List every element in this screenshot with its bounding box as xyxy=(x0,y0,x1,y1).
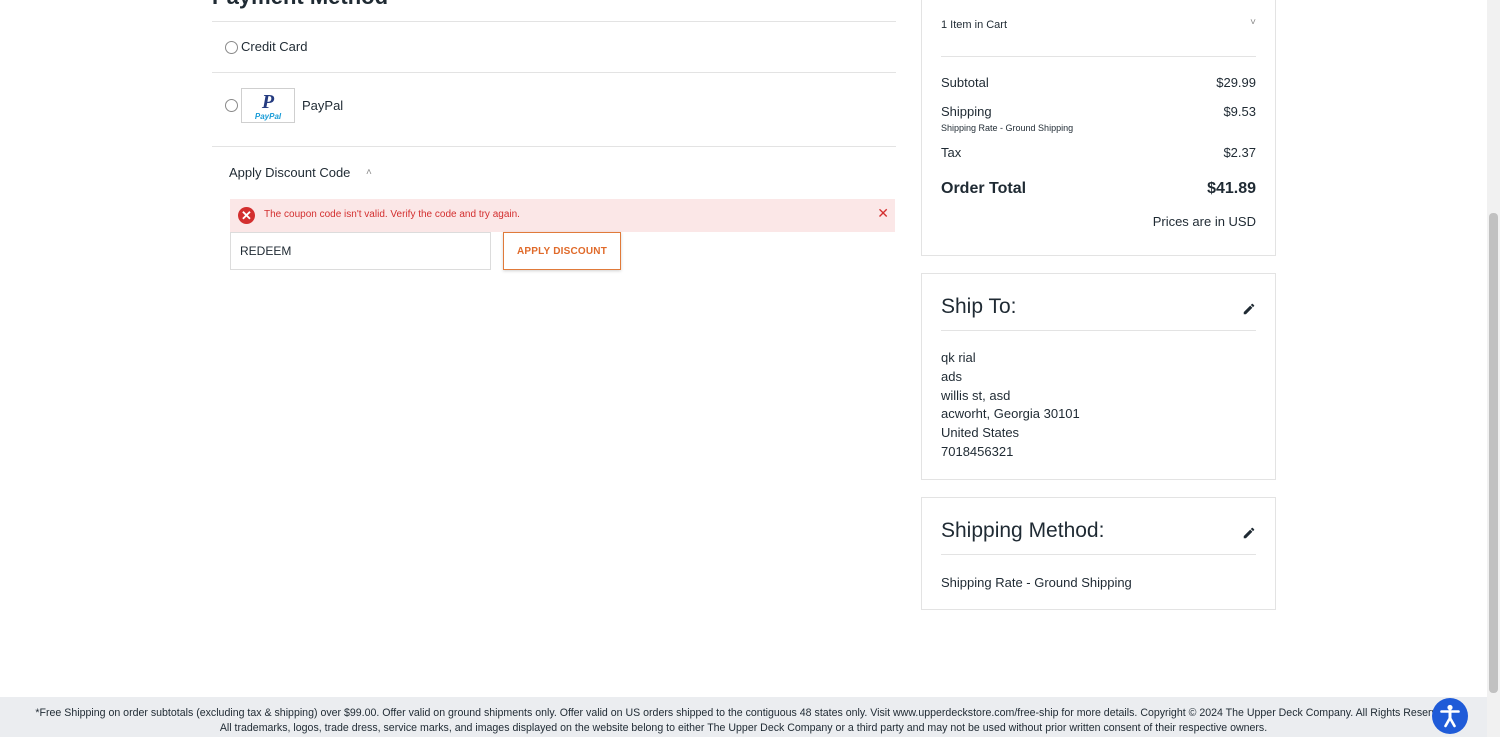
accessibility-icon xyxy=(1440,704,1460,728)
ship-to-panel: Ship To: qk rial ads willis st, asd acwo… xyxy=(921,273,1276,480)
cart-count-toggle[interactable]: 1 Item in Cart xyxy=(941,19,1007,31)
pencil-icon[interactable] xyxy=(1242,302,1256,316)
shipping-address: qk rial ads willis st, asd acworht, Geor… xyxy=(941,349,1080,462)
chevron-up-icon[interactable]: ˄ xyxy=(366,167,372,178)
subtotal-value: $29.99 xyxy=(1216,75,1256,90)
shipping-value: $9.53 xyxy=(1223,104,1256,119)
order-total-label: Order Total xyxy=(941,180,1027,197)
shipping-method-value: Shipping Rate - Ground Shipping xyxy=(941,575,1132,590)
apply-discount-button[interactable]: APPLY DISCOUNT xyxy=(503,232,621,270)
paypal-label[interactable]: PayPal xyxy=(302,98,343,113)
shipping-method-title: Shipping Method: xyxy=(941,519,1105,542)
order-summary-panel: 1 Item in Cart ˅ Subtotal $29.99 Shippin… xyxy=(921,0,1276,256)
page-scrollbar[interactable] xyxy=(1487,0,1500,737)
footer-shipping-copyright: *Free Shipping on order subtotals (exclu… xyxy=(35,707,1452,719)
tax-value: $2.37 xyxy=(1223,145,1256,160)
close-icon[interactable]: ✕ xyxy=(877,206,889,220)
site-footer: *Free Shipping on order subtotals (exclu… xyxy=(0,697,1487,737)
paypal-logo: P PayPal xyxy=(241,88,295,123)
payment-option-credit-card[interactable]: Credit Card xyxy=(212,21,896,73)
address-line: qk rial xyxy=(941,350,976,365)
order-total-value: $41.89 xyxy=(1207,180,1256,197)
coupon-code-input[interactable] xyxy=(230,232,491,270)
footer-trademark: All trademarks, logos, trade dress, serv… xyxy=(219,722,1268,734)
address-line: willis st, asd xyxy=(941,387,1011,403)
address-line: United States xyxy=(941,425,1020,441)
paypal-radio[interactable] xyxy=(225,99,238,112)
coupon-error-alert: ✕ The coupon code isn't valid. Verify th… xyxy=(230,199,895,232)
credit-card-radio[interactable] xyxy=(225,41,238,54)
tax-label: Tax xyxy=(941,145,962,160)
apply-discount-toggle[interactable]: Apply Discount Code xyxy=(229,165,350,180)
error-circle-x-icon: ✕ xyxy=(238,207,255,224)
ship-to-title: Ship To: xyxy=(941,295,1017,318)
payment-option-paypal[interactable]: P PayPal PayPal xyxy=(212,72,896,147)
address-line: acworht, Georgia 30101 xyxy=(941,406,1080,422)
credit-card-label[interactable]: Credit Card xyxy=(241,39,307,54)
divider xyxy=(941,554,1256,555)
currency-note: Prices are in USD xyxy=(1152,214,1256,229)
divider xyxy=(941,56,1256,57)
shipping-method-panel: Shipping Method: Shipping Rate - Ground … xyxy=(921,497,1276,610)
scrollbar-thumb[interactable] xyxy=(1489,213,1498,693)
shipping-label: Shipping xyxy=(941,104,992,119)
divider xyxy=(941,330,1256,331)
payment-method-heading: Payment Method xyxy=(212,0,388,10)
shipping-rate-note: Shipping Rate - Ground Shipping xyxy=(941,123,1074,133)
pencil-icon[interactable] xyxy=(1242,526,1256,540)
address-phone: 7018456321 xyxy=(941,443,1014,459)
address-line: ads xyxy=(941,368,962,384)
chevron-down-icon[interactable]: ˅ xyxy=(1250,17,1256,28)
divider xyxy=(212,146,896,147)
accessibility-button[interactable] xyxy=(1432,698,1468,734)
subtotal-label: Subtotal xyxy=(941,75,989,90)
coupon-error-message: The coupon code isn't valid. Verify the … xyxy=(264,209,520,220)
